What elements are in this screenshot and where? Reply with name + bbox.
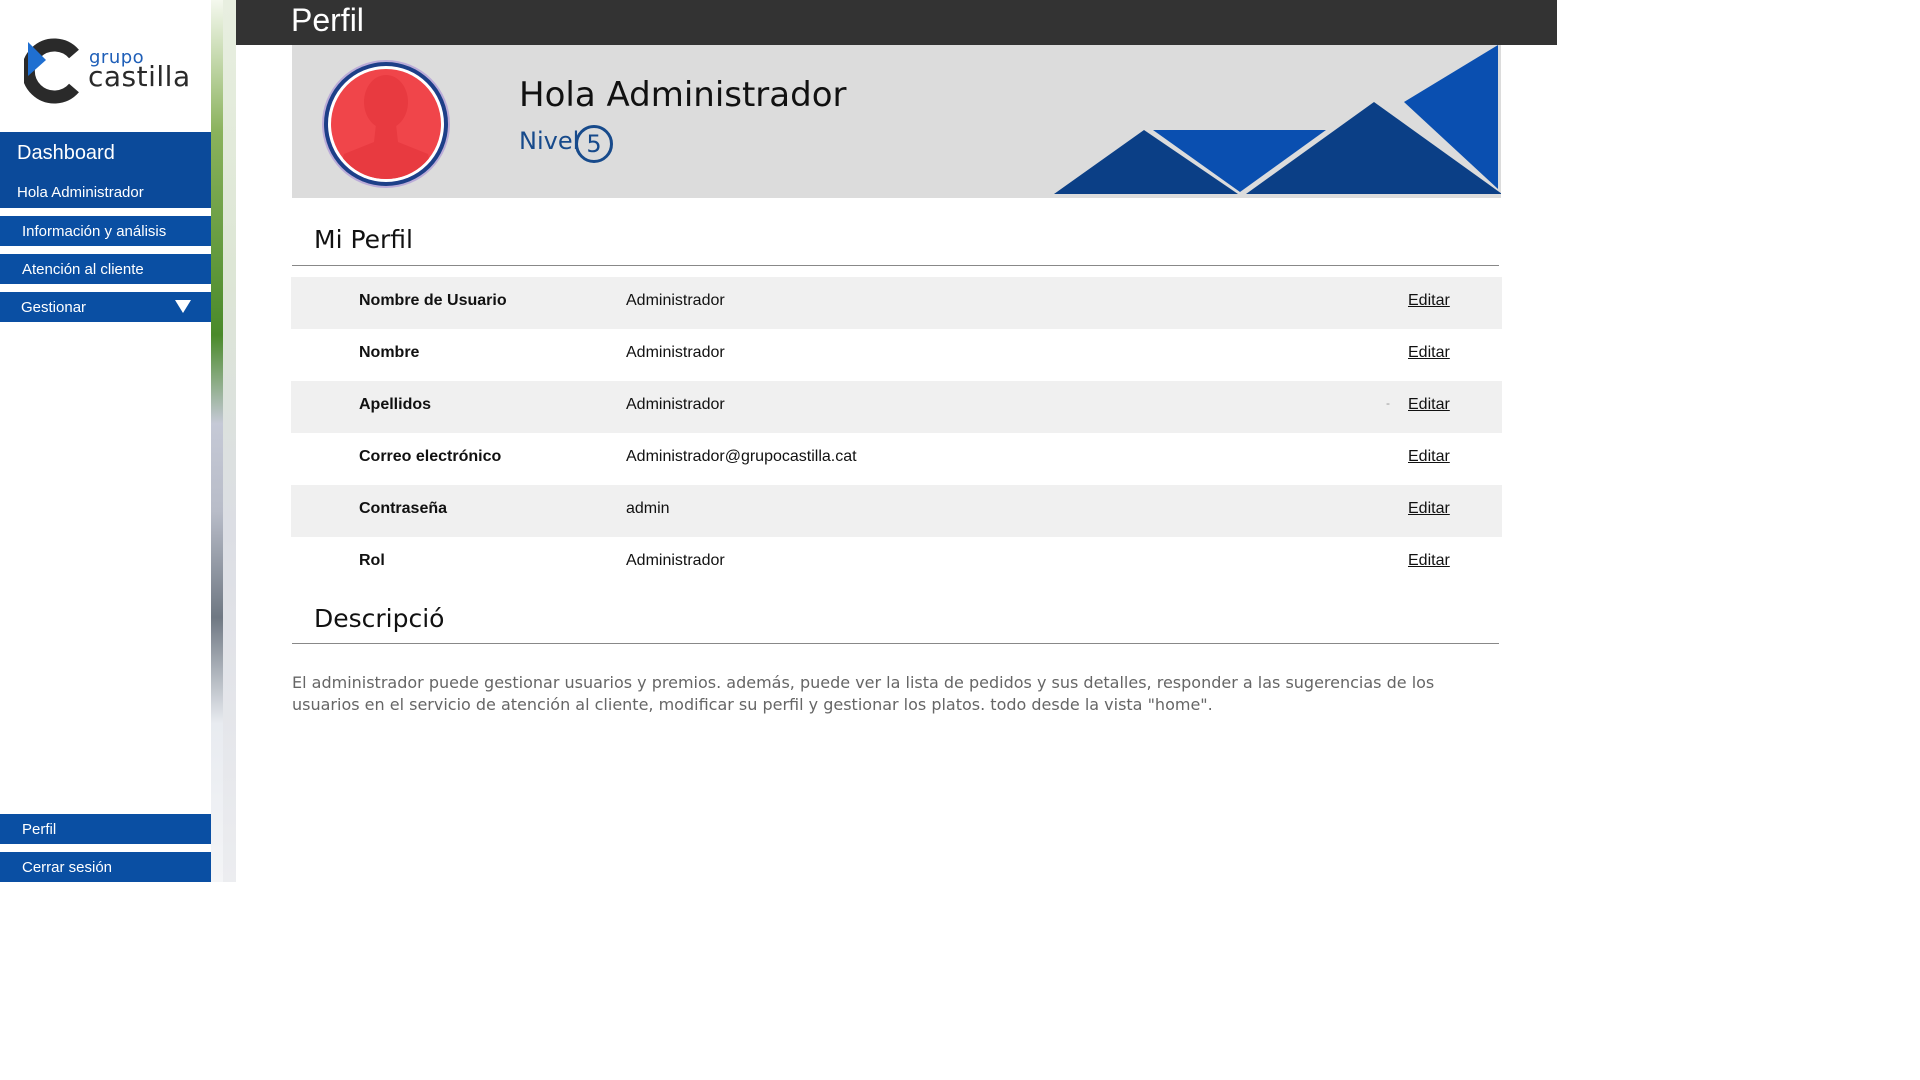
profile-row-contrasena: Contraseña admin Editar xyxy=(291,485,1502,537)
caret-down-icon[interactable] xyxy=(175,300,191,313)
sidebar-item-label: Información y análisis xyxy=(22,223,167,240)
profile-row-correo: Correo electrónico Administrador@grupoca… xyxy=(291,433,1502,485)
logo-text-castilla: castilla xyxy=(88,60,191,93)
sidebar-item-label: Atención al cliente xyxy=(22,261,144,278)
level-badge: 5 xyxy=(575,125,613,163)
field-label: Apellidos xyxy=(359,396,432,413)
sidebar-item-informacion[interactable]: Información y análisis xyxy=(0,216,211,246)
field-label: Contraseña xyxy=(359,500,448,517)
banner-decoration xyxy=(1054,45,1501,194)
profile-banner: Hola Administrador Nivel 5 xyxy=(292,45,1501,198)
sidebar-item-logout[interactable]: Cerrar sesión xyxy=(0,852,211,882)
level-label: Nivel xyxy=(519,127,580,155)
sidebar-item-label: Gestionar xyxy=(21,299,87,316)
field-label: Correo electrónico xyxy=(359,448,502,465)
sidebar-item-atencion[interactable]: Atención al cliente xyxy=(0,254,211,284)
field-value: Administrador xyxy=(626,396,725,413)
divider xyxy=(292,643,1499,644)
field-value: Administrador xyxy=(626,552,725,569)
sidebar-item-label: Cerrar sesión xyxy=(22,859,113,876)
page-title: Perfil xyxy=(291,2,364,38)
profile-row-nombre: Nombre Administrador Editar xyxy=(291,329,1502,381)
sidebar-item-label: Perfil xyxy=(22,821,57,838)
separator-mark: - xyxy=(1386,396,1390,410)
logo-c-icon xyxy=(21,38,79,104)
field-label: Nombre de Usuario xyxy=(359,292,507,309)
edit-nombre-link[interactable]: Editar xyxy=(1408,344,1450,362)
dashboard-label: Dashboard xyxy=(17,142,115,164)
edit-contrasena-link[interactable]: Editar xyxy=(1408,500,1450,518)
banner-greeting: Hola Administrador xyxy=(519,75,847,115)
profile-row-apellidos: Apellidos Administrador - Editar xyxy=(291,381,1502,433)
sidebar: grupo castilla Dashboard Hola Administra… xyxy=(0,0,211,882)
edit-rol-link[interactable]: Editar xyxy=(1408,552,1450,570)
field-label: Rol xyxy=(359,552,385,569)
field-value: Administrador xyxy=(626,344,725,361)
field-value: admin xyxy=(626,500,670,517)
section-title-mi-perfil: Mi Perfil xyxy=(314,225,413,254)
company-logo[interactable]: grupo castilla xyxy=(21,36,194,106)
field-value: Administrador@grupocastilla.cat xyxy=(626,448,857,465)
dashboard-header[interactable]: Dashboard Hola Administrador xyxy=(0,132,211,208)
edit-username-link[interactable]: Editar xyxy=(1408,292,1450,310)
sidebar-greeting: Hola Administrador xyxy=(17,184,144,201)
sidebar-item-gestionar[interactable]: Gestionar xyxy=(0,292,211,322)
field-label: Nombre xyxy=(359,344,420,361)
divider xyxy=(292,265,1499,266)
edit-correo-link[interactable]: Editar xyxy=(1408,448,1450,466)
section-title-descripcio: Descripció xyxy=(314,604,445,633)
user-avatar-icon[interactable] xyxy=(320,58,452,190)
sidebar-item-perfil[interactable]: Perfil xyxy=(0,814,211,844)
profile-row-username: Nombre de Usuario Administrador Editar xyxy=(291,277,1502,329)
description-text: El administrador puede gestionar usuario… xyxy=(292,673,1435,714)
sidebar-decorative-bar xyxy=(211,0,236,882)
edit-apellidos-link[interactable]: Editar xyxy=(1408,396,1450,414)
profile-row-rol: Rol Administrador Editar xyxy=(291,537,1502,589)
field-value: Administrador xyxy=(626,292,725,309)
page-header: Perfil xyxy=(236,0,1557,45)
